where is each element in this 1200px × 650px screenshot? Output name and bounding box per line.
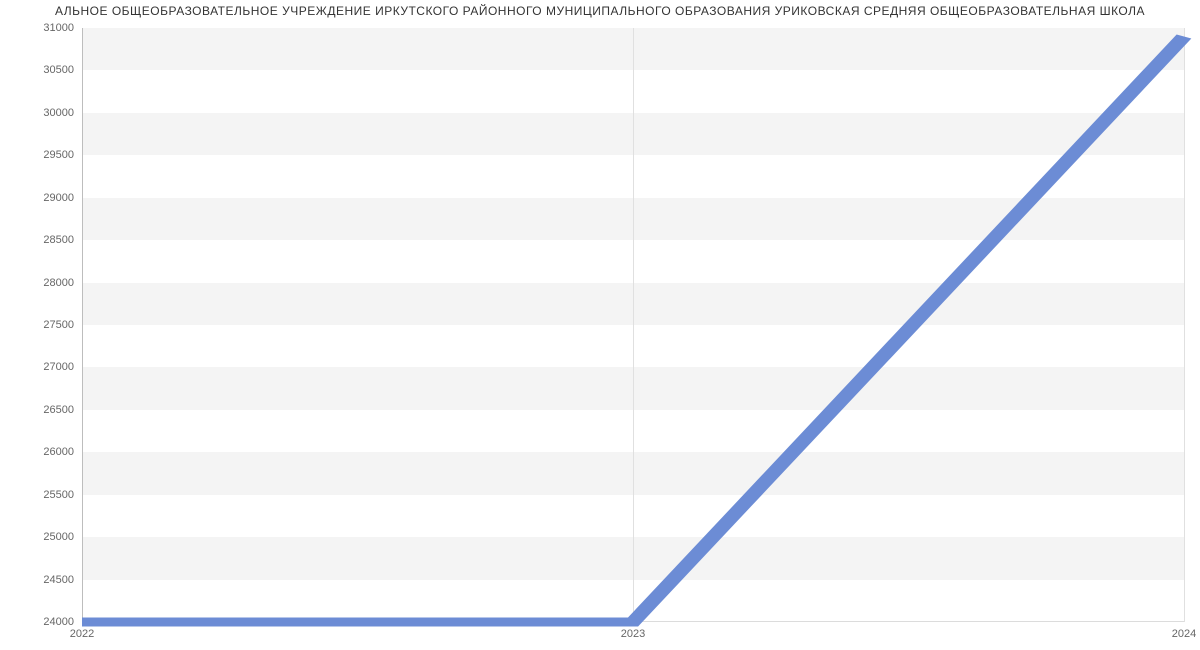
y-tick-label: 26000	[43, 446, 74, 458]
y-tick-label: 25000	[43, 531, 74, 543]
y-tick-label: 28000	[43, 277, 74, 289]
chart-line	[82, 28, 1184, 622]
y-tick-label: 30000	[43, 107, 74, 119]
y-tick-label: 30500	[43, 64, 74, 76]
y-tick-label: 29000	[43, 192, 74, 204]
y-tick-label: 31000	[43, 22, 74, 34]
y-tick-label: 24500	[43, 574, 74, 586]
x-tick-label: 2023	[621, 628, 645, 640]
chart-title: АЛЬНОЕ ОБЩЕОБРАЗОВАТЕЛЬНОЕ УЧРЕЖДЕНИЕ ИР…	[0, 4, 1200, 18]
y-tick-label: 28500	[43, 234, 74, 246]
x-grid-line	[1184, 28, 1185, 622]
y-tick-label: 24000	[43, 616, 74, 628]
y-tick-label: 26500	[43, 404, 74, 416]
y-tick-label: 29500	[43, 149, 74, 161]
y-tick-label: 25500	[43, 489, 74, 501]
x-tick-label: 2022	[70, 628, 94, 640]
x-tick-label: 2024	[1172, 628, 1196, 640]
plot-area: 2400024500250002550026000265002700027500…	[82, 28, 1184, 622]
y-tick-label: 27000	[43, 361, 74, 373]
y-tick-label: 27500	[43, 319, 74, 331]
